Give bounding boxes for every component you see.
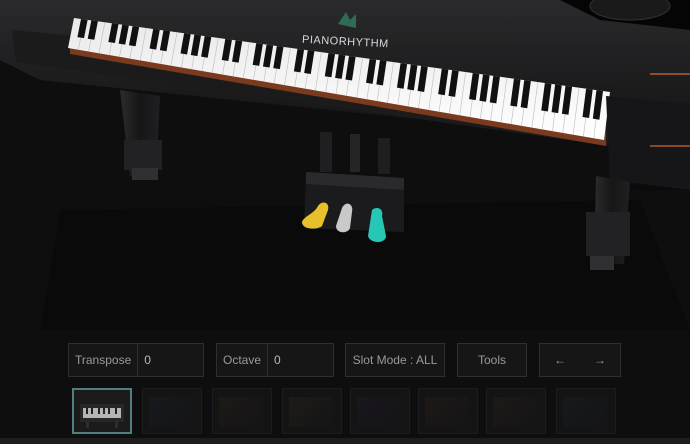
slot-mode-label: Slot Mode : ALL: [352, 353, 438, 367]
slot-nav: ← →: [539, 343, 621, 377]
prev-arrow-icon[interactable]: ←: [554, 353, 566, 367]
octave-input[interactable]: 0: [268, 353, 287, 367]
octave-label: Octave: [223, 353, 262, 367]
instrument-slot-1[interactable]: [72, 388, 132, 434]
bottom-edge: [0, 438, 690, 444]
instrument-slot-2[interactable]: [142, 388, 202, 434]
transpose-label: Transpose: [75, 353, 132, 367]
slot-mode-button[interactable]: Slot Mode : ALL: [345, 343, 445, 377]
next-arrow-icon[interactable]: →: [594, 353, 606, 367]
transpose-input[interactable]: 0: [138, 353, 157, 367]
instrument-slot-3[interactable]: [212, 388, 272, 434]
transpose-control: Transpose 0: [68, 343, 204, 377]
tools-label: Tools: [477, 353, 506, 367]
tools-button[interactable]: Tools: [457, 343, 527, 377]
instrument-slot-7[interactable]: [486, 388, 546, 434]
instrument-slot-4[interactable]: [282, 388, 342, 434]
instrument-slot-6[interactable]: [418, 388, 478, 434]
piano-scene: [0, 0, 690, 330]
piano-thumbnail-icon: [80, 404, 124, 428]
octave-control: Octave 0: [216, 343, 334, 377]
instrument-slot-5[interactable]: [350, 388, 410, 434]
instrument-slot-8[interactable]: [556, 388, 616, 434]
